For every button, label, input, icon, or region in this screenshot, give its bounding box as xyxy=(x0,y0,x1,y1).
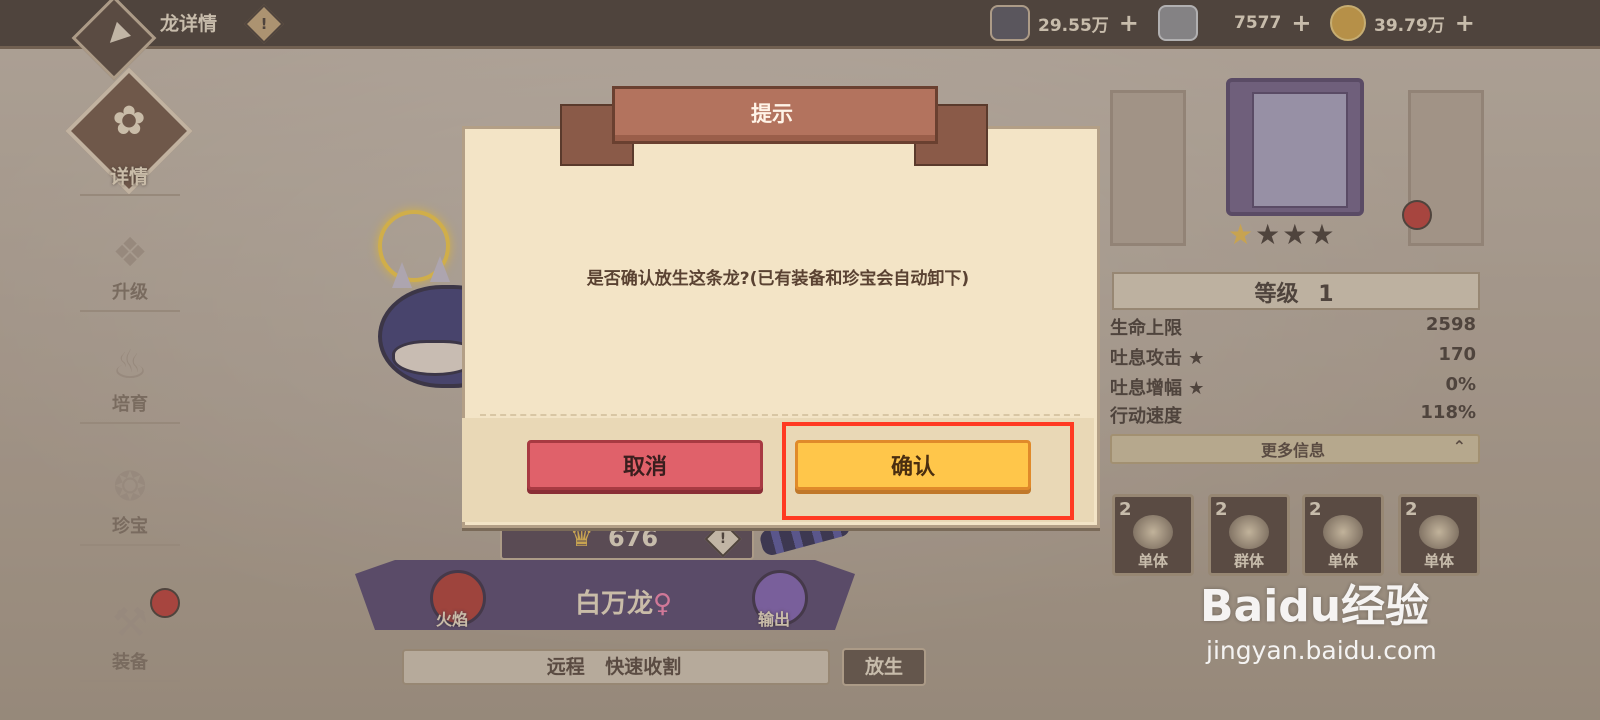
highlight-box xyxy=(782,422,1074,520)
dialog-message: 是否确认放生这条龙?(已有装备和珍宝会自动卸下) xyxy=(586,269,970,289)
watermark-url: jingyan.baidu.com xyxy=(1206,636,1437,665)
baidu-watermark: Baidu经验 xyxy=(1200,581,1430,632)
dialog-divider xyxy=(480,414,1080,416)
cancel-button[interactable]: 取消 xyxy=(527,440,763,490)
dialog-title: 提示 xyxy=(751,102,793,126)
